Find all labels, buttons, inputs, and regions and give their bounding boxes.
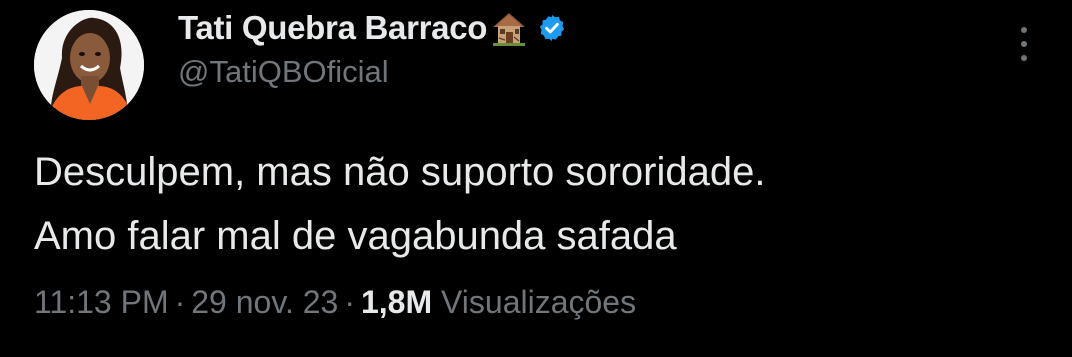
author-name-row: Tati Quebra Barraco	[178, 6, 567, 50]
more-options-icon[interactable]	[1010, 22, 1038, 66]
avatar[interactable]	[34, 10, 144, 120]
tweet-body: Desculpem, mas não suporto sororidade. A…	[34, 140, 1044, 268]
tweet-meta: 11:13 PM · 29 nov. 23 · 1,8M Visualizações	[34, 284, 636, 321]
tweet-text-line: Amo falar mal de vagabunda safada	[34, 214, 677, 258]
views-count[interactable]: 1,8M	[361, 284, 432, 320]
meta-separator: ·	[174, 284, 186, 320]
views-label: Visualizações	[441, 284, 637, 320]
tweet-date[interactable]: 29 nov. 23	[191, 284, 338, 320]
house-icon	[489, 10, 529, 46]
author-display-name[interactable]: Tati Quebra Barraco	[178, 9, 487, 47]
meta-separator: ·	[344, 284, 355, 320]
tweet-card: Tati Quebra Barraco @TatiQBOficial Descu…	[0, 0, 1072, 357]
tweet-text-line: Desculpem, mas não suporto sororidade.	[34, 150, 766, 194]
author-handle[interactable]: @TatiQBOficial	[178, 54, 389, 90]
verified-badge-icon[interactable]	[537, 13, 567, 43]
tweet-time[interactable]: 11:13 PM	[34, 284, 169, 320]
